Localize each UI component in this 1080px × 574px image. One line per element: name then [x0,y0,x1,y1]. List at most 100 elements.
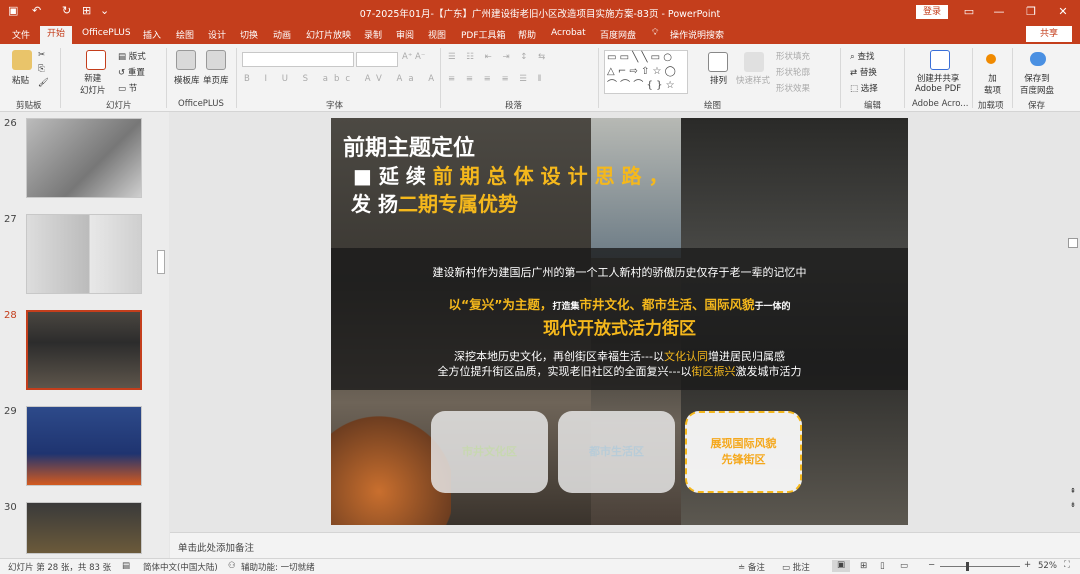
font-size-field[interactable] [356,52,398,67]
reading-view-icon[interactable]: ▯ [880,561,885,571]
shape-outline-button[interactable]: 形状轮廓 [776,66,810,78]
new-slide-button[interactable]: 新建 幻灯片 [80,72,106,96]
tab-officeplus[interactable]: OfficePLUS [82,28,131,38]
slide-thumbnail-pane: 26 27 28 29 30 [0,112,169,559]
zoom-slider-thumb[interactable] [966,562,969,571]
addins-button[interactable]: 加 载项 [984,72,1001,96]
redo-icon[interactable]: ↻ [62,4,71,17]
prev-slide-icon[interactable]: ⇞ [1068,486,1078,496]
slide-thumbnail-27[interactable] [26,214,142,294]
tab-acrobat[interactable]: Acrobat [551,28,586,38]
quick-styles-button[interactable]: 快速样式 [736,74,770,86]
tab-view[interactable]: 视图 [428,28,446,41]
replace-button[interactable]: ⇄ 替换 [850,66,877,78]
notes-pane[interactable]: 单击此处添加备注 [170,532,1080,558]
tab-record[interactable]: 录制 [364,28,382,41]
tab-pdf-toolbox[interactable]: PDF工具箱 [461,28,506,41]
theme-highlight: 市井文化、都市生活、国际风貌 [579,297,755,312]
tab-transitions[interactable]: 切换 [240,28,258,41]
slide-thumbnail-29[interactable] [26,406,142,486]
notes-toggle[interactable]: ≐ 备注 [738,561,765,573]
next-slide-icon[interactable]: ⇟ [1068,500,1078,510]
tab-animations[interactable]: 动画 [273,28,291,41]
menu-file[interactable]: 文件 [12,28,30,41]
slide-thumbnail-28[interactable] [26,310,142,390]
template-library-button[interactable]: 模板库 [174,74,200,86]
spellcheck-icon[interactable]: ▤ [122,561,130,571]
desc-highlight: 街区振兴 [691,365,736,378]
cut-icon[interactable]: ✂ [38,50,45,60]
list-buttons[interactable]: ☰ ☷ ⇤ ⇥ ↕ ⇆ [448,52,549,62]
shape-fill-button[interactable]: 形状填充 [776,50,810,62]
zoom-level[interactable]: 52% [1038,561,1057,571]
quick-styles-icon[interactable] [744,52,764,72]
scroll-thumb[interactable] [157,250,165,274]
minimize-icon[interactable]: — [986,3,1012,21]
single-page-library-icon[interactable] [206,50,226,70]
zoom-out-icon[interactable]: − [928,560,935,570]
shape-gallery[interactable]: ▭ ▭ ╲ ╲ ▭ ○ △ ⌐ ⇨ ⇧ ☆ ◯ ⌒ ⌒ ⌒ { } ☆ [604,50,688,94]
format-painter-icon[interactable]: 🖌︎ [38,78,49,88]
paste-icon[interactable] [12,50,32,70]
save-to-baidu-button[interactable]: 保存到 百度网盘 [1020,72,1054,96]
slide-canvas[interactable]: 前期主题定位 ■ 延 续 前 期 总 体 设 计 思 路 ， 发 扬二期专属优势… [331,118,908,525]
find-button[interactable]: ⌕ 查找 [850,50,874,62]
share-button[interactable]: 共享 [1026,26,1072,42]
baidu-cloud-icon[interactable] [1030,52,1046,66]
adobe-pdf-icon[interactable] [930,50,950,70]
ribbon-display-icon[interactable]: ▭ [956,3,982,21]
login-button[interactable]: 登录 [916,5,948,19]
undo-icon[interactable]: ↶ [32,4,41,17]
comments-label: 批注 [792,563,810,573]
start-slideshow-icon[interactable]: ⊞ [82,4,91,17]
select-button[interactable]: ⬚ 选择 [850,82,878,94]
section-button[interactable]: ▭ 节 [118,82,137,94]
arrange-icon[interactable] [708,52,728,72]
comments-toggle[interactable]: ▭ 批注 [782,561,810,573]
vertical-scrollbar[interactable] [1068,238,1078,248]
tab-baidu[interactable]: 百度网盘 [600,28,636,41]
zoom-slider[interactable] [940,566,1020,567]
thumbnail-scrollbar[interactable] [155,112,167,559]
reset-label: 重置 [127,68,145,78]
template-library-icon[interactable] [176,50,196,70]
tell-me-search[interactable]: 操作说明搜索 [670,28,724,41]
tab-slideshow[interactable]: 幻灯片放映 [306,28,351,41]
slide-thumbnail-26[interactable] [26,118,142,198]
layout-button[interactable]: ▤ 版式 [118,50,146,62]
font-grow-icon[interactable]: A⁺ A⁻ [402,52,425,62]
reset-button[interactable]: ↺ 重置 [118,66,145,78]
slideshow-view-icon[interactable]: ▭ [900,561,908,571]
create-adobe-pdf-button[interactable]: 创建并共享 Adobe PDF [915,72,961,94]
addins-icon[interactable] [986,54,996,64]
zoom-in-icon[interactable]: + [1024,560,1031,570]
copy-icon[interactable]: ⎘ [38,64,45,74]
tab-insert[interactable]: 插入 [143,28,161,41]
align-buttons[interactable]: ≡ ≡ ≡ ≡ ☰ ⫴ [448,74,545,84]
close-icon[interactable]: ✕ [1050,3,1076,21]
accessibility-icon[interactable]: ⚇ [228,561,236,571]
tab-review[interactable]: 审阅 [396,28,414,41]
single-page-library-button[interactable]: 单页库 [203,74,229,86]
accessibility-status[interactable]: 辅助功能: 一切就绪 [241,561,315,573]
tab-home[interactable]: 开始 [40,26,72,44]
normal-view-icon[interactable]: ▣ [832,560,850,572]
shape-effect-button[interactable]: 形状效果 [776,82,810,94]
tab-draw[interactable]: 绘图 [176,28,194,41]
customize-toolbar-icon[interactable]: ⌄ [100,4,109,17]
restore-icon[interactable]: ❐ [1018,3,1044,21]
menu-bar: 文件 开始 OfficePLUS 插入 绘图 设计 切换 动画 幻灯片放映 录制… [0,24,1080,44]
paste-button[interactable]: 粘贴 [12,74,29,86]
fit-to-window-icon[interactable]: ⛶ [1064,560,1070,570]
slide-sorter-icon[interactable]: ⊞ [860,561,867,571]
new-slide-icon[interactable] [86,50,106,70]
save-icon[interactable]: ▣ [8,4,18,17]
slide-thumbnail-30[interactable] [26,502,142,554]
language-status[interactable]: 简体中文(中国大陆) [143,561,218,573]
font-name-field[interactable] [242,52,354,67]
font-format-buttons[interactable]: B I U S abc AV Aa A [244,74,440,84]
tab-help[interactable]: 帮助 [518,28,536,41]
arrange-button[interactable]: 排列 [710,74,727,86]
slide-subheading-line2: 发 扬二期专属优势 [351,188,518,217]
tab-design[interactable]: 设计 [208,28,226,41]
